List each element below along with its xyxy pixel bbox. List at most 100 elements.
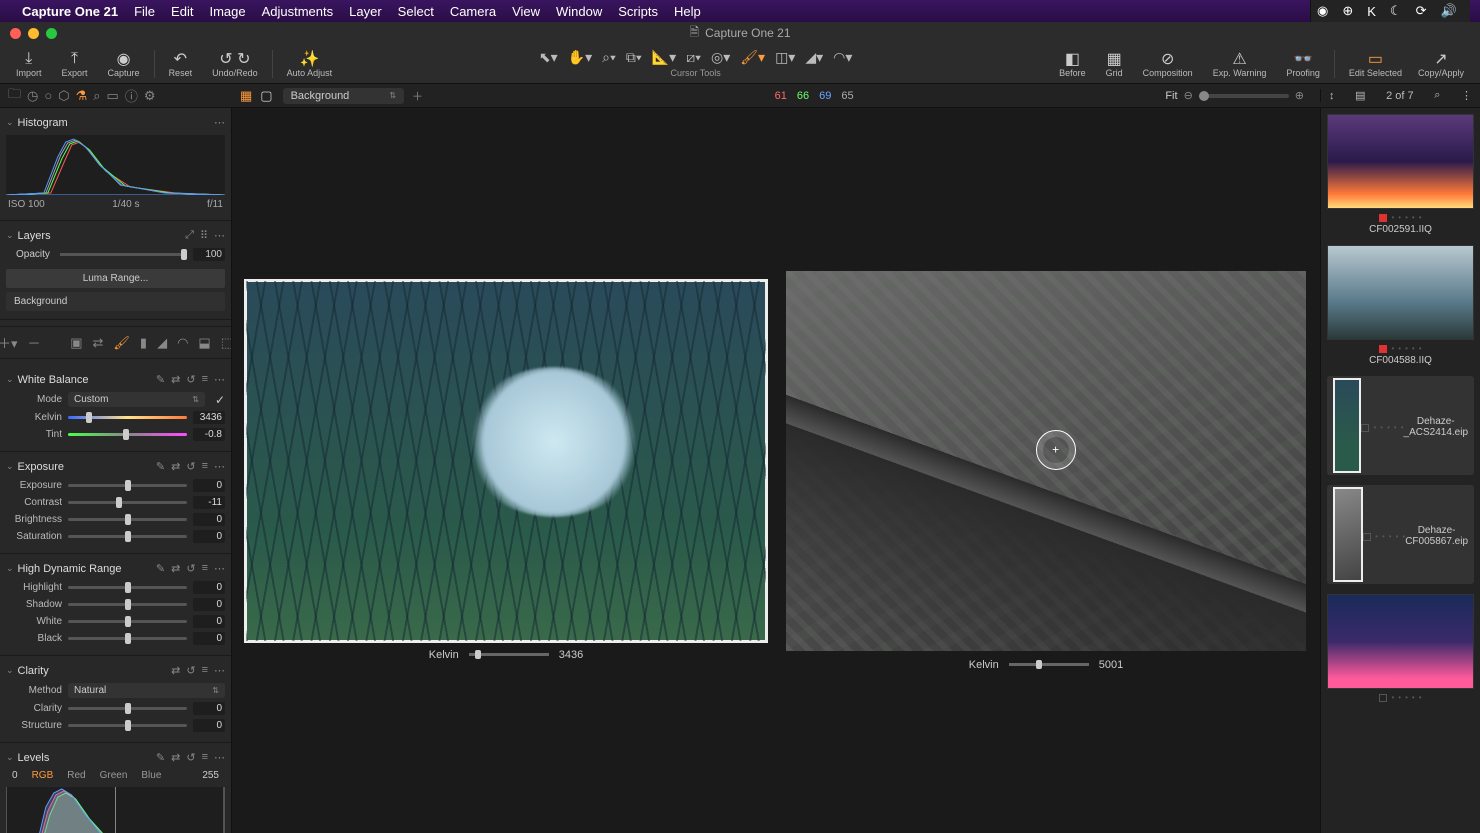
toolbar-editselected-button[interactable]: ▭Edit Selected	[1341, 50, 1410, 78]
zoom-out-icon[interactable]: ⊖	[1184, 89, 1193, 102]
wb-tint-slider[interactable]	[68, 433, 187, 436]
thumbnail-rating[interactable]: •••••	[1363, 532, 1405, 541]
apply-adjustment-icon[interactable]: ⇄	[171, 373, 180, 386]
reset-adjustment-icon[interactable]: ↺	[186, 751, 195, 764]
disclosure-icon[interactable]: ⌄	[6, 752, 14, 763]
disclosure-icon[interactable]: ⌄	[6, 230, 14, 241]
tooltab-lens-icon[interactable]: ○	[44, 88, 52, 103]
clarity-1-value[interactable]: 0	[193, 719, 225, 732]
cursor-brush-icon[interactable]: 🖌▾	[740, 49, 765, 66]
viewer-image-1[interactable]: Kelvin 3436	[246, 281, 766, 661]
menu-edit[interactable]: Edit	[171, 4, 193, 19]
preset-icon[interactable]: ≡	[202, 373, 208, 386]
toolbar-autoadjust-button[interactable]: ✨Auto Adjust	[279, 50, 341, 78]
hdr-3-slider[interactable]	[68, 637, 187, 640]
browser-filter-icon[interactable]: ⋮	[1461, 89, 1472, 102]
app-menu[interactable]: Capture One 21	[22, 4, 118, 19]
exposure-2-value[interactable]: 0	[193, 513, 225, 526]
mask-invert-icon[interactable]: ⇄	[92, 335, 103, 351]
menuextra-record-icon[interactable]: ◉	[1317, 3, 1328, 19]
disclosure-icon[interactable]: ⌄	[6, 374, 14, 385]
luma-range-button[interactable]: Luma Range...	[6, 269, 225, 288]
cursor-crop-icon[interactable]: ⧉▾	[626, 49, 642, 66]
toolbar-composition-button[interactable]: ⊘Composition	[1135, 50, 1201, 78]
tooltab-output-icon[interactable]: ⚙	[144, 88, 156, 104]
levels-histogram[interactable]	[6, 787, 225, 833]
browser-search-icon[interactable]: ⌕	[1434, 89, 1440, 102]
thumbnail-item[interactable]: •••••	[1327, 594, 1474, 702]
disclosure-icon[interactable]: ⌄	[6, 563, 14, 574]
cursor-radial-icon[interactable]: ◠▾	[833, 49, 852, 66]
thumbnail-rating[interactable]: •••••	[1327, 344, 1474, 353]
preset-icon[interactable]: ≡	[202, 460, 208, 473]
cursor-gradient-icon[interactable]: ◢▾	[805, 49, 823, 66]
menu-camera[interactable]: Camera	[450, 4, 496, 19]
levels-tab-rgb[interactable]: RGB	[32, 770, 54, 781]
panel-menu-icon[interactable]: ⋯	[214, 229, 225, 242]
expand-icon[interactable]: ⤢	[185, 229, 194, 242]
levels-low-value[interactable]: 0	[12, 770, 18, 781]
clarity-0-value[interactable]: 0	[193, 702, 225, 715]
mask-clear-icon[interactable]: ⬚	[221, 335, 232, 351]
apply-adjustment-icon[interactable]: ⇄	[171, 460, 180, 473]
window-minimize-button[interactable]	[28, 28, 39, 39]
menu-file[interactable]: File	[134, 4, 155, 19]
mask-view-icon[interactable]: ▣	[70, 335, 82, 351]
levels-tab-green[interactable]: Green	[100, 770, 128, 781]
exposure-3-slider[interactable]	[68, 535, 187, 538]
color-tag[interactable]	[1379, 694, 1387, 702]
thumbnail-item[interactable]: •••••Dehaze-CF005867.eip	[1327, 485, 1474, 584]
toolbar-capture-button[interactable]: ◉Capture	[100, 50, 148, 78]
toolbar-grid-button[interactable]: ▦Grid	[1098, 50, 1131, 78]
view-multi-icon[interactable]: ▦	[240, 88, 252, 104]
add-layer-icon[interactable]: ＋▾	[0, 333, 18, 352]
view-single-icon[interactable]: ▢	[260, 88, 272, 104]
cursor-select-icon[interactable]: ⬉▾	[539, 49, 558, 66]
tooltab-adjustments-icon[interactable]: ⚗	[76, 88, 88, 104]
tooltab-metadata-icon[interactable]: ⓘ	[125, 86, 138, 105]
hdr-1-slider[interactable]	[68, 603, 187, 606]
tooltab-styles-icon[interactable]: ▭	[107, 88, 119, 104]
toolbar-reset-button[interactable]: ↶Reset	[161, 50, 201, 78]
copy-adjustment-icon[interactable]: ✎	[156, 562, 165, 575]
clarity-method-select[interactable]: Natural⇅	[68, 683, 225, 698]
cursor-zoom-icon[interactable]: ⌕▾	[602, 49, 616, 66]
hdr-2-value[interactable]: 0	[193, 615, 225, 628]
preset-icon[interactable]: ≡	[202, 751, 208, 764]
toolbar-import-button[interactable]: ⤓Import	[8, 50, 50, 78]
menuextra-moon-icon[interactable]: ☾	[1390, 3, 1402, 19]
hdr-0-slider[interactable]	[68, 586, 187, 589]
zoom-label[interactable]: Fit	[1165, 90, 1177, 102]
remove-layer-icon[interactable]: －	[28, 333, 41, 352]
panel-menu-icon[interactable]: ⋯	[214, 751, 225, 764]
panel-menu-icon[interactable]: ⋯	[214, 460, 225, 473]
opacity-value[interactable]: 100	[193, 248, 225, 261]
reset-adjustment-icon[interactable]: ↺	[186, 460, 195, 473]
disclosure-icon[interactable]: ⌄	[6, 665, 14, 676]
apply-adjustment-icon[interactable]: ⇄	[171, 751, 180, 764]
hdr-1-value[interactable]: 0	[193, 598, 225, 611]
grabber-icon[interactable]: ⠿	[200, 229, 208, 242]
menu-layer[interactable]: Layer	[349, 4, 382, 19]
hdr-2-slider[interactable]	[68, 620, 187, 623]
panel-menu-icon[interactable]: ⋯	[214, 562, 225, 575]
cursor-keystone-icon[interactable]: ⧄▾	[686, 49, 701, 66]
preset-icon[interactable]: ≡	[202, 664, 208, 677]
browser-sort-icon[interactable]: ↕	[1329, 90, 1335, 102]
viewer-layer-select[interactable]: Background⇅	[283, 88, 404, 104]
thumbnail-item[interactable]: •••••Dehaze-_ACS2414.eip	[1327, 376, 1474, 475]
menu-adjustments[interactable]: Adjustments	[262, 4, 334, 19]
tooltab-details-icon[interactable]: ⌕	[93, 88, 100, 104]
menu-help[interactable]: Help	[674, 4, 701, 19]
apply-adjustment-icon[interactable]: ⇄	[171, 562, 180, 575]
thumbnail-rating[interactable]: •••••	[1327, 213, 1474, 222]
mask-brush-icon[interactable]: 🖌	[113, 335, 130, 351]
hdr-3-value[interactable]: 0	[193, 632, 225, 645]
thumbnail-rating[interactable]: •••••	[1361, 423, 1403, 432]
levels-tab-red[interactable]: Red	[67, 770, 85, 781]
layer-background-item[interactable]: Background	[6, 292, 225, 311]
exposure-1-slider[interactable]	[68, 501, 187, 504]
tooltab-library-icon[interactable]: 🗀	[8, 85, 21, 107]
reset-adjustment-icon[interactable]: ↺	[186, 373, 195, 386]
disclosure-icon[interactable]: ⌄	[6, 461, 14, 472]
